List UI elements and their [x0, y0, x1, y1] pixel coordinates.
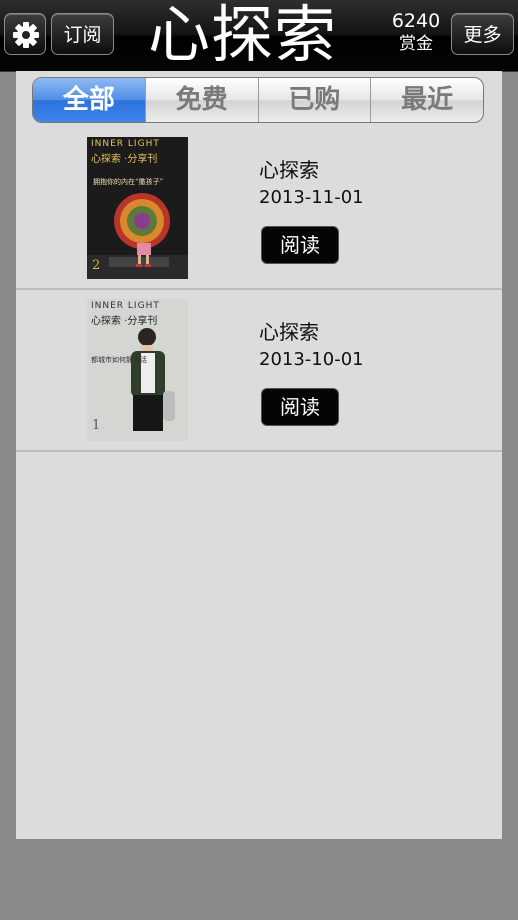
- tab-all[interactable]: 全部: [33, 78, 145, 122]
- issue-title: 心探索: [259, 320, 319, 344]
- cover-name: 心探索 ·分享刊: [91, 154, 158, 165]
- bounty-display: 6240 赏金: [386, 9, 446, 55]
- cover-headline: 拥抱你的内在“撒孩子”: [93, 178, 164, 186]
- cover-brand: INNER LIGHT: [91, 139, 160, 149]
- bounty-label: 赏金: [399, 34, 433, 54]
- tab-free[interactable]: 免费: [144, 78, 258, 122]
- issue-date: 2013-11-01: [259, 187, 364, 208]
- read-button[interactable]: 阅读: [261, 226, 339, 264]
- magazine-cover[interactable]: INNER LIGHT 心探索 ·分享刊 拥抱你的内在“撒孩子” 2: [87, 137, 188, 279]
- filter-tabs: 全部 免费 已购 最近: [32, 77, 484, 123]
- tab-recent[interactable]: 最近: [370, 78, 483, 122]
- gear-icon: [13, 22, 39, 48]
- cover-issue-number: 2: [92, 258, 101, 273]
- list-item: INNER LIGHT 心探索 ·分享刊 拥抱你的内在“撒孩子” 2 心探索 2…: [16, 127, 502, 290]
- subscribe-button[interactable]: 订阅: [51, 13, 114, 55]
- settings-button[interactable]: [4, 13, 46, 55]
- more-button[interactable]: 更多: [451, 13, 514, 55]
- content-panel: 全部 免费 已购 最近 INNER LIGHT 心探索 ·分享刊 拥抱你的内在“…: [16, 71, 502, 839]
- tab-purchased[interactable]: 已购: [257, 78, 371, 122]
- read-button[interactable]: 阅读: [261, 388, 339, 426]
- bounty-value: 6240: [391, 10, 441, 32]
- list-item: INNER LIGHT 心探索 ·分享刊 都城市如何静生活 1 心探索 2013…: [16, 289, 502, 452]
- app-logo: 心探索: [148, 0, 338, 71]
- issue-title: 心探索: [259, 158, 319, 182]
- magazine-cover[interactable]: INNER LIGHT 心探索 ·分享刊 都城市如何静生活 1: [87, 299, 188, 441]
- cover-brand: INNER LIGHT: [91, 301, 160, 311]
- cover-name: 心探索 ·分享刊: [91, 316, 158, 327]
- cover-headline: 都城市如何静生活: [91, 356, 147, 364]
- issue-date: 2013-10-01: [259, 349, 364, 370]
- cover-issue-number: 1: [92, 418, 101, 433]
- top-bar: 订阅 心探索 6240 赏金 更多: [0, 0, 518, 72]
